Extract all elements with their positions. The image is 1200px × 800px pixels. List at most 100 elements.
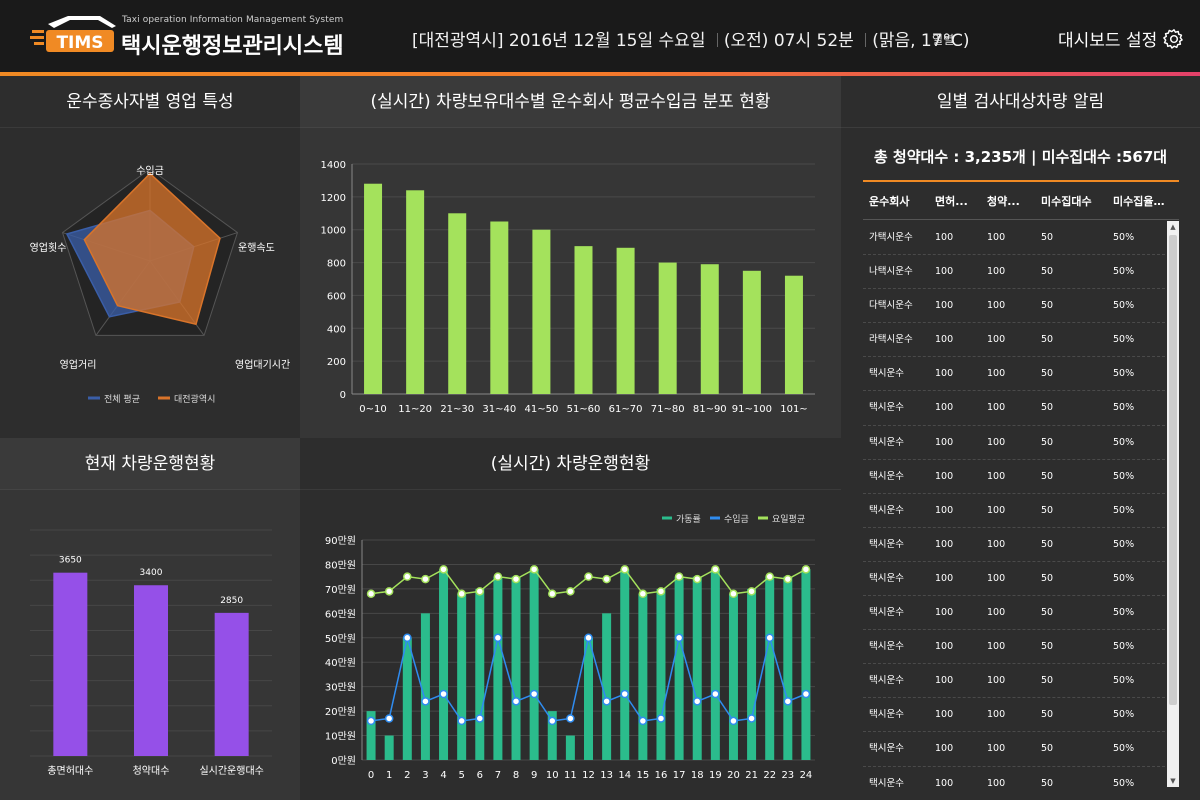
- bar[interactable]: [511, 576, 521, 760]
- line-point[interactable]: [493, 633, 503, 643]
- table-row[interactable]: 다택시운수 100 100 50 50%: [863, 289, 1165, 324]
- bar[interactable]: [783, 576, 793, 760]
- bar[interactable]: [457, 593, 467, 760]
- line-point[interactable]: [729, 716, 738, 726]
- line-point[interactable]: [439, 565, 448, 574]
- line-point[interactable]: [692, 574, 702, 584]
- bar[interactable]: [784, 275, 803, 394]
- line-point[interactable]: [493, 572, 503, 581]
- line-point[interactable]: [403, 633, 412, 643]
- bar[interactable]: [406, 190, 425, 394]
- line-point[interactable]: [674, 633, 684, 643]
- line-point[interactable]: [620, 565, 629, 574]
- scroll-up-arrow-icon[interactable]: ▲: [1167, 221, 1179, 233]
- bar[interactable]: [620, 569, 630, 760]
- line-point[interactable]: [692, 697, 702, 706]
- bar[interactable]: [364, 183, 383, 394]
- line-point[interactable]: [566, 714, 575, 723]
- line-point[interactable]: [729, 589, 738, 599]
- line-point[interactable]: [765, 572, 774, 581]
- line-point[interactable]: [457, 589, 466, 599]
- line-point[interactable]: [656, 714, 666, 723]
- table-row[interactable]: 나택시운수 100 100 50 50%: [863, 255, 1165, 290]
- line-point[interactable]: [548, 716, 557, 726]
- column-header-company[interactable]: 운수회사: [869, 193, 929, 209]
- line-point[interactable]: [801, 565, 811, 574]
- line-point[interactable]: [602, 697, 611, 706]
- line-point[interactable]: [529, 689, 539, 699]
- table-row[interactable]: 택시운수 100 100 50 50%: [863, 664, 1165, 699]
- line-point[interactable]: [384, 587, 394, 596]
- line-point[interactable]: [584, 633, 593, 643]
- line-point[interactable]: [711, 565, 720, 574]
- bar[interactable]: [710, 569, 720, 760]
- bar[interactable]: [402, 637, 412, 760]
- bar[interactable]: [638, 593, 648, 760]
- line-point[interactable]: [511, 574, 521, 584]
- line-point[interactable]: [548, 589, 557, 599]
- line-point[interactable]: [566, 587, 575, 596]
- scrollbar-thumb[interactable]: [1169, 235, 1177, 705]
- bar[interactable]: [475, 588, 485, 760]
- line-point[interactable]: [384, 714, 394, 723]
- line-point[interactable]: [602, 574, 611, 584]
- line-point[interactable]: [529, 565, 539, 574]
- line-point[interactable]: [801, 689, 811, 699]
- column-header-uncollected-rate[interactable]: 미수집율(...: [1113, 193, 1167, 209]
- table-row[interactable]: 택시운수 100 100 50 50%: [863, 357, 1165, 392]
- table-row[interactable]: 택시운수 100 100 50 50%: [863, 494, 1165, 528]
- bar[interactable]: [420, 613, 430, 760]
- column-header-license[interactable]: 면허...: [935, 193, 975, 209]
- dashboard-settings-button[interactable]: 대시보드 설정: [1058, 26, 1185, 51]
- line-point[interactable]: [674, 572, 684, 581]
- line-point[interactable]: [366, 589, 376, 599]
- line-point[interactable]: [783, 697, 793, 706]
- bar[interactable]: [53, 572, 88, 756]
- line-point[interactable]: [584, 572, 593, 581]
- table-row[interactable]: 택시운수 100 100 50 50%: [863, 391, 1165, 426]
- bar[interactable]: [574, 246, 593, 394]
- table-row[interactable]: 택시운수 100 100 50 50%: [863, 426, 1165, 460]
- table-row[interactable]: 택시운수 100 100 50 50%: [863, 596, 1165, 631]
- table-row[interactable]: 라택시운수 100 100 50 50%: [863, 323, 1165, 358]
- bar[interactable]: [674, 576, 684, 760]
- column-header-uncollected[interactable]: 미수집대수: [1041, 193, 1101, 209]
- bar[interactable]: [448, 213, 467, 394]
- table-row[interactable]: 택시운수 100 100 50 50%: [863, 698, 1165, 733]
- bar[interactable]: [384, 735, 394, 760]
- line-point[interactable]: [747, 587, 756, 596]
- bar[interactable]: [490, 221, 509, 395]
- table-scrollbar[interactable]: ▲ ▼: [1167, 221, 1179, 787]
- bar[interactable]: [765, 576, 775, 760]
- line-point[interactable]: [747, 714, 756, 723]
- bar[interactable]: [700, 264, 719, 394]
- line-point[interactable]: [765, 633, 774, 643]
- table-row[interactable]: 택시운수 100 100 50 50%: [863, 630, 1165, 665]
- table-row[interactable]: 가택시운수 100 100 50 50%: [863, 221, 1165, 256]
- scroll-down-arrow-icon[interactable]: ▼: [1167, 775, 1179, 787]
- line-point[interactable]: [439, 689, 448, 699]
- line-point[interactable]: [638, 716, 648, 726]
- column-header-subscription[interactable]: 청약...: [987, 193, 1027, 209]
- table-row[interactable]: 택시운수 100 100 50 50%: [863, 732, 1165, 767]
- bar[interactable]: [532, 229, 551, 394]
- bar[interactable]: [584, 637, 593, 760]
- bar[interactable]: [801, 569, 811, 760]
- bar[interactable]: [214, 612, 249, 756]
- line-point[interactable]: [656, 587, 666, 596]
- table-row[interactable]: 택시운수 100 100 50 50%: [863, 460, 1165, 494]
- bar[interactable]: [529, 569, 539, 760]
- line-point[interactable]: [421, 697, 430, 706]
- bar[interactable]: [692, 576, 702, 760]
- bar[interactable]: [493, 576, 503, 760]
- line-point[interactable]: [511, 697, 521, 706]
- bar[interactable]: [658, 262, 677, 394]
- line-point[interactable]: [711, 689, 720, 699]
- bar[interactable]: [134, 585, 168, 756]
- daily-toggle[interactable]: 일별: [932, 31, 954, 48]
- line-point[interactable]: [475, 587, 485, 596]
- bar[interactable]: [565, 735, 575, 760]
- table-row[interactable]: 택시운수 100 100 50 50%: [863, 767, 1165, 788]
- bar[interactable]: [602, 613, 612, 760]
- line-point[interactable]: [403, 572, 412, 581]
